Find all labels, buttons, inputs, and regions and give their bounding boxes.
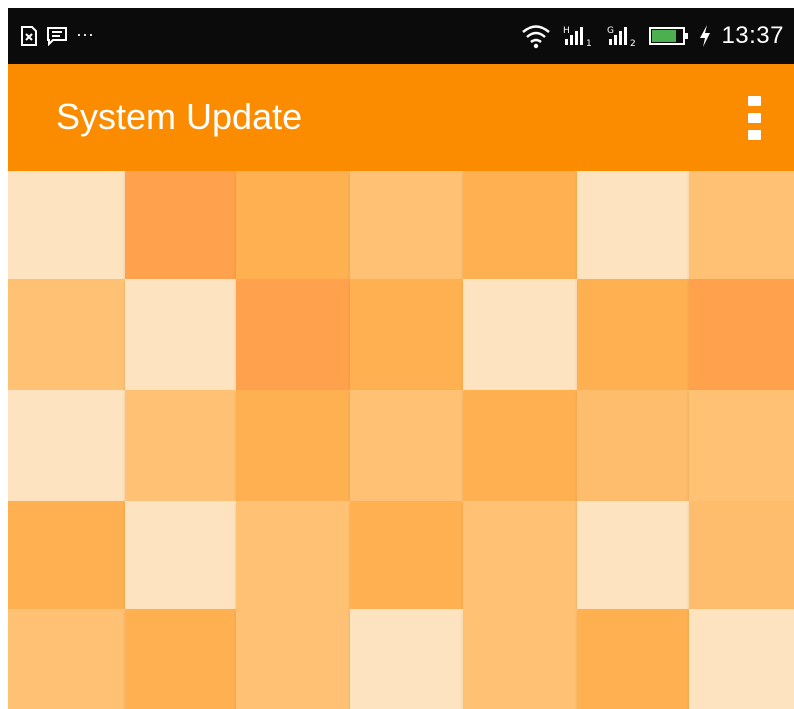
mosaic-tile (689, 390, 794, 501)
signal-sim2-icon: G 2 (605, 23, 639, 49)
message-icon (46, 26, 68, 46)
mosaic-tile (350, 501, 463, 609)
mosaic-tile (125, 171, 236, 279)
mosaic-tile (689, 279, 794, 390)
mosaic-tile (350, 171, 463, 279)
mosaic-tile (350, 609, 463, 709)
mosaic-tile (8, 279, 125, 390)
mosaic-tile (463, 501, 577, 609)
mosaic-tile (577, 501, 689, 609)
svg-text:H: H (563, 26, 570, 36)
mosaic-tile (8, 501, 125, 609)
system-icons: H 1 G 2 13:37 (521, 18, 784, 54)
mosaic-tile (463, 279, 577, 390)
mosaic-tile (463, 390, 577, 501)
mosaic-tile (689, 609, 794, 709)
more-notifications-icon: ··· (76, 24, 94, 44)
mosaic-tile (125, 609, 236, 709)
mosaic-tile (8, 609, 125, 709)
mosaic-tile (8, 171, 125, 279)
mosaic-tile (577, 279, 689, 390)
mosaic-tile (577, 609, 689, 709)
mosaic-tile (689, 171, 794, 279)
signal-sim1-icon: H 1 (561, 23, 595, 49)
mosaic-tile (350, 390, 463, 501)
overflow-menu-button[interactable] (734, 88, 774, 148)
status-bar: ··· H 1 G 2 13:37 (8, 8, 794, 64)
notification-icons: ··· (20, 22, 94, 50)
mosaic-tile (577, 171, 689, 279)
svg-text:2: 2 (630, 39, 636, 49)
mosaic-tile (577, 390, 689, 501)
mosaic-tile (125, 390, 236, 501)
mosaic-tile (125, 279, 236, 390)
overflow-menu-icon (747, 96, 761, 106)
mosaic-tile (236, 279, 350, 390)
charging-icon (699, 24, 711, 48)
mosaic-tile (8, 390, 125, 501)
wifi-icon (521, 23, 551, 49)
mosaic-tile (463, 609, 577, 709)
mosaic-tile (463, 171, 577, 279)
status-time: 13:37 (721, 22, 784, 49)
mosaic-tile (236, 609, 350, 709)
battery-icon (649, 25, 689, 47)
header-mosaic-background (8, 171, 794, 709)
mosaic-tile (236, 390, 350, 501)
svg-text:1: 1 (586, 39, 592, 49)
mosaic-tile (350, 279, 463, 390)
mosaic-tile (689, 501, 794, 609)
mosaic-tile (125, 501, 236, 609)
sim-icon (20, 26, 38, 46)
mosaic-tile (236, 501, 350, 609)
mosaic-tile (236, 171, 350, 279)
page-title: System Update (56, 96, 303, 137)
overflow-menu-icon-dot (747, 130, 761, 140)
screen: ··· H 1 G 2 13:37 System Update (8, 8, 794, 709)
overflow-menu-icon-dot (747, 113, 761, 123)
svg-text:G: G (607, 26, 614, 36)
app-bar: System Update (8, 64, 794, 171)
